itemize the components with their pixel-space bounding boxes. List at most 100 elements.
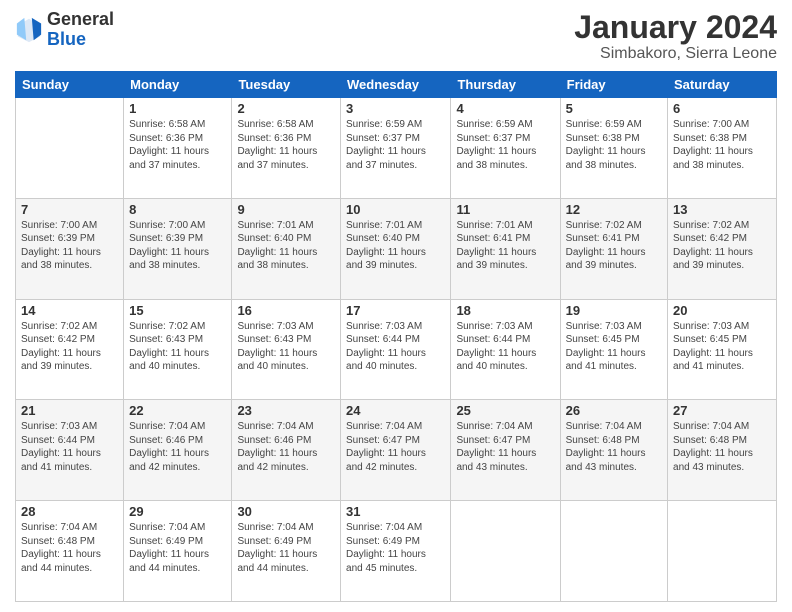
calendar-week-row: 21 Sunrise: 7:03 AMSunset: 6:44 PMDayligh… [16, 400, 777, 501]
calendar-week-row: 14 Sunrise: 7:02 AMSunset: 6:42 PMDayligh… [16, 299, 777, 400]
day-info: Sunrise: 7:02 AMSunset: 6:41 PMDaylight:… [566, 219, 662, 273]
calendar-week-row: 7 Sunrise: 7:00 AMSunset: 6:39 PMDaylight… [16, 198, 777, 299]
day-info: Sunrise: 6:59 AMSunset: 6:37 PMDaylight:… [456, 118, 554, 172]
calendar-cell: 17Sunrise: 7:03 AMSunset: 6:44 PMDayligh… [341, 299, 451, 400]
day-number: 23 [237, 403, 335, 418]
logo: General Blue [15, 10, 114, 50]
day-info: Sunrise: 7:04 AMSunset: 6:48 PMDaylight:… [566, 420, 662, 474]
day-info: Sunrise: 7:02 AMSunset: 6:42 PMDaylight:… [673, 219, 771, 273]
day-number: 25 [456, 403, 554, 418]
day-info: Sunrise: 7:03 AMSunset: 6:43 PMDaylight:… [237, 320, 335, 374]
day-number: 7 [21, 202, 118, 217]
day-number: 29 [129, 504, 226, 519]
calendar-cell: 1 Sunrise: 6:58 AMSunset: 6:36 PMDaylight… [124, 98, 232, 199]
calendar-cell: 19Sunrise: 7:03 AMSunset: 6:45 PMDayligh… [560, 299, 667, 400]
header-sunday: Sunday [16, 72, 124, 98]
calendar-cell: 4Sunrise: 6:59 AMSunset: 6:37 PMDaylight… [451, 98, 560, 199]
header-wednesday: Wednesday [341, 72, 451, 98]
day-number: 18 [456, 303, 554, 318]
day-info: Sunrise: 7:04 AMSunset: 6:48 PMDaylight:… [673, 420, 771, 474]
day-number: 30 [237, 504, 335, 519]
calendar-cell: 27 Sunrise: 7:04 AMSunset: 6:48 PMDayligh… [668, 400, 777, 501]
day-number: 8 [129, 202, 226, 217]
day-info: Sunrise: 6:59 AMSunset: 6:37 PMDaylight:… [346, 118, 445, 172]
logo-general: General [47, 9, 114, 29]
calendar-cell: 29 Sunrise: 7:04 AMSunset: 6:49 PMDayligh… [124, 501, 232, 602]
calendar-cell: 18 Sunrise: 7:03 AMSunset: 6:44 PMDayligh… [451, 299, 560, 400]
day-number: 16 [237, 303, 335, 318]
day-number: 28 [21, 504, 118, 519]
calendar-cell: 21 Sunrise: 7:03 AMSunset: 6:44 PMDayligh… [16, 400, 124, 501]
calendar-cell: 3 Sunrise: 6:59 AMSunset: 6:37 PMDaylight… [341, 98, 451, 199]
day-info: Sunrise: 7:04 AMSunset: 6:49 PMDaylight:… [129, 521, 226, 575]
day-info: Sunrise: 7:04 AMSunset: 6:48 PMDaylight:… [21, 521, 118, 575]
day-number: 27 [673, 403, 771, 418]
calendar-cell: 20 Sunrise: 7:03 AMSunset: 6:45 PMDayligh… [668, 299, 777, 400]
day-info: Sunrise: 7:03 AMSunset: 6:44 PMDaylight:… [346, 320, 445, 374]
day-info: Sunrise: 7:01 AMSunset: 6:40 PMDaylight:… [346, 219, 445, 273]
calendar-cell: 16 Sunrise: 7:03 AMSunset: 6:43 PMDayligh… [232, 299, 341, 400]
calendar-cell: 9Sunrise: 7:01 AMSunset: 6:40 PMDaylight… [232, 198, 341, 299]
header-monday: Monday [124, 72, 232, 98]
day-number: 6 [673, 101, 771, 116]
day-number: 3 [346, 101, 445, 116]
day-info: Sunrise: 7:02 AMSunset: 6:43 PMDaylight:… [129, 320, 226, 374]
calendar-cell: 30 Sunrise: 7:04 AMSunset: 6:49 PMDayligh… [232, 501, 341, 602]
calendar-title: January 2024 [574, 10, 777, 45]
day-number: 10 [346, 202, 445, 217]
calendar-cell: 11 Sunrise: 7:01 AMSunset: 6:41 PMDayligh… [451, 198, 560, 299]
calendar-week-row: 1 Sunrise: 6:58 AMSunset: 6:36 PMDaylight… [16, 98, 777, 199]
weekday-header-row: Sunday Monday Tuesday Wednesday Thursday… [16, 72, 777, 98]
day-number: 24 [346, 403, 445, 418]
day-info: Sunrise: 7:01 AMSunset: 6:40 PMDaylight:… [237, 219, 335, 273]
day-info: Sunrise: 6:58 AMSunset: 6:36 PMDaylight:… [237, 118, 335, 172]
day-number: 26 [566, 403, 662, 418]
day-info: Sunrise: 7:04 AMSunset: 6:47 PMDaylight:… [346, 420, 445, 474]
calendar-cell: 5Sunrise: 6:59 AMSunset: 6:38 PMDaylight… [560, 98, 667, 199]
day-info: Sunrise: 7:02 AMSunset: 6:42 PMDaylight:… [21, 320, 118, 374]
calendar-cell [560, 501, 667, 602]
calendar-cell: 25 Sunrise: 7:04 AMSunset: 6:47 PMDayligh… [451, 400, 560, 501]
day-number: 13 [673, 202, 771, 217]
day-info: Sunrise: 7:01 AMSunset: 6:41 PMDaylight:… [456, 219, 554, 273]
day-number: 31 [346, 504, 445, 519]
calendar-cell: 12Sunrise: 7:02 AMSunset: 6:41 PMDayligh… [560, 198, 667, 299]
header-saturday: Saturday [668, 72, 777, 98]
calendar-cell: 24 Sunrise: 7:04 AMSunset: 6:47 PMDayligh… [341, 400, 451, 501]
calendar-cell: 8Sunrise: 7:00 AMSunset: 6:39 PMDaylight… [124, 198, 232, 299]
day-info: Sunrise: 7:03 AMSunset: 6:44 PMDaylight:… [456, 320, 554, 374]
day-number: 20 [673, 303, 771, 318]
title-block: January 2024 Simbakoro, Sierra Leone [574, 10, 777, 63]
calendar-cell [451, 501, 560, 602]
day-info: Sunrise: 7:03 AMSunset: 6:44 PMDaylight:… [21, 420, 118, 474]
calendar-cell: 7 Sunrise: 7:00 AMSunset: 6:39 PMDaylight… [16, 198, 124, 299]
day-info: Sunrise: 6:58 AMSunset: 6:36 PMDaylight:… [129, 118, 226, 172]
day-info: Sunrise: 7:04 AMSunset: 6:46 PMDaylight:… [237, 420, 335, 474]
logo-blue: Blue [47, 29, 86, 49]
page: General Blue January 2024 Simbakoro, Sie… [0, 0, 792, 612]
day-number: 14 [21, 303, 118, 318]
day-info: Sunrise: 7:00 AMSunset: 6:39 PMDaylight:… [21, 219, 118, 273]
calendar-week-row: 28 Sunrise: 7:04 AMSunset: 6:48 PMDayligh… [16, 501, 777, 602]
day-number: 11 [456, 202, 554, 217]
day-number: 1 [129, 101, 226, 116]
calendar-cell: 15Sunrise: 7:02 AMSunset: 6:43 PMDayligh… [124, 299, 232, 400]
day-number: 21 [21, 403, 118, 418]
day-info: Sunrise: 7:04 AMSunset: 6:47 PMDaylight:… [456, 420, 554, 474]
header-friday: Friday [560, 72, 667, 98]
calendar-cell: 14 Sunrise: 7:02 AMSunset: 6:42 PMDayligh… [16, 299, 124, 400]
day-number: 2 [237, 101, 335, 116]
day-info: Sunrise: 7:00 AMSunset: 6:38 PMDaylight:… [673, 118, 771, 172]
day-number: 19 [566, 303, 662, 318]
calendar-subtitle: Simbakoro, Sierra Leone [574, 45, 777, 63]
header: General Blue January 2024 Simbakoro, Sie… [15, 10, 777, 63]
calendar-cell: 28 Sunrise: 7:04 AMSunset: 6:48 PMDayligh… [16, 501, 124, 602]
day-info: Sunrise: 7:04 AMSunset: 6:49 PMDaylight:… [346, 521, 445, 575]
logo-icon [15, 16, 43, 44]
day-number: 22 [129, 403, 226, 418]
calendar-cell [668, 501, 777, 602]
calendar-cell: 6 Sunrise: 7:00 AMSunset: 6:38 PMDaylight… [668, 98, 777, 199]
day-info: Sunrise: 7:03 AMSunset: 6:45 PMDaylight:… [673, 320, 771, 374]
calendar-cell: 10 Sunrise: 7:01 AMSunset: 6:40 PMDayligh… [341, 198, 451, 299]
day-info: Sunrise: 7:04 AMSunset: 6:49 PMDaylight:… [237, 521, 335, 575]
